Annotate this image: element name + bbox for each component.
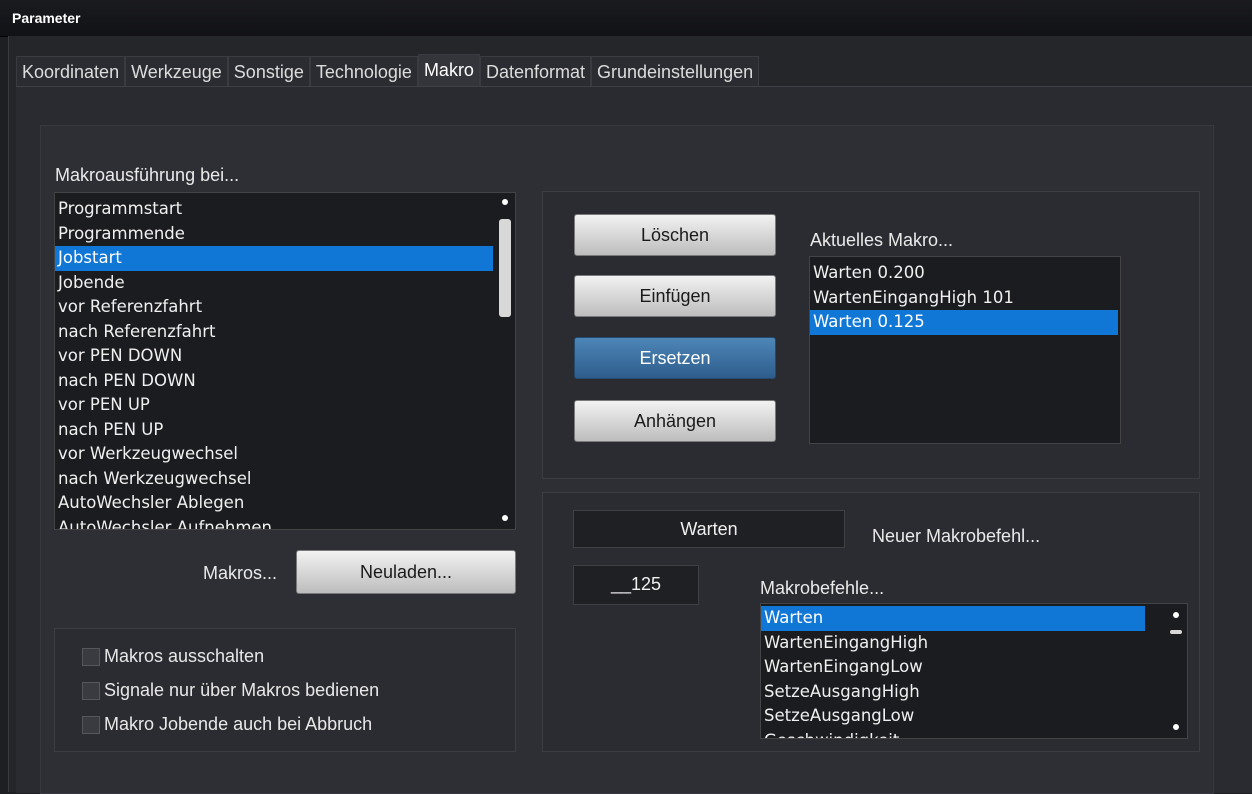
scroll-down-arrow-icon[interactable] (502, 515, 508, 521)
tab-werkzeuge[interactable]: Werkzeuge (125, 56, 228, 87)
tab-makro[interactable]: Makro (417, 54, 480, 87)
scroll-down-arrow-icon[interactable] (1173, 724, 1179, 730)
window-title: Parameter (12, 10, 81, 26)
current-macro-list[interactable]: Warten 0.200 WartenEingangHigh 101 Warten … (809, 256, 1121, 444)
tab-grundeinstellungen[interactable]: Grundeinstellungen (591, 56, 760, 87)
execution-list-item[interactable]: vor PEN DOWN (55, 344, 493, 369)
scroll-thumb[interactable] (499, 219, 511, 317)
command-list-item[interactable]: Geschwindigkeit (761, 729, 1145, 739)
execution-list-item[interactable]: vor Referenzfahrt (55, 295, 493, 320)
execution-list-item[interactable]: nach Werkzeugwechsel (55, 467, 493, 492)
reload-button[interactable]: Neuladen... (296, 550, 516, 594)
command-param-field[interactable]: __125 (573, 565, 699, 605)
tab-technologie[interactable]: Technologie (309, 56, 418, 87)
option-label: Signale nur über Makros bedienen (104, 680, 380, 700)
insert-button[interactable]: Einfügen (574, 275, 776, 317)
option-label: Makros ausschalten (104, 646, 265, 666)
tab-sonstige[interactable]: Sonstige (227, 56, 310, 87)
execution-list-item[interactable]: nach PEN DOWN (55, 369, 493, 394)
tab-datenformat[interactable]: Datenformat (479, 56, 591, 87)
command-list-item[interactable]: SetzeAusgangLow (761, 704, 1145, 729)
delete-button[interactable]: Löschen (574, 214, 776, 256)
current-macro-item[interactable]: WartenEingangHigh 101 (810, 286, 1118, 311)
current-macro-item[interactable]: Warten 0.125 (810, 310, 1118, 335)
execution-list-item[interactable]: nach PEN UP (55, 418, 493, 443)
current-macro-item[interactable]: Warten 0.200 (810, 261, 1118, 286)
execution-list-item[interactable]: vor Werkzeugwechsel (55, 442, 493, 467)
execution-label: Makroausführung bei... (55, 165, 240, 185)
command-list-item[interactable]: SetzeAusgangHigh (761, 680, 1145, 705)
execution-list-item[interactable]: Programmstart (55, 197, 493, 222)
scroll-thumb[interactable] (1170, 630, 1182, 634)
checkbox-jobende-bei-abbruch[interactable] (82, 716, 100, 734)
execution-list[interactable]: Programmstart Programmende Jobstart Jobende… (54, 192, 516, 530)
commands-label: Makrobefehle... (760, 578, 885, 598)
command-list-item[interactable]: WartenEingangHigh (761, 631, 1145, 656)
checkbox-signale-ueber-makros[interactable] (82, 682, 100, 700)
new-command-label: Neuer Makrobefehl... (872, 526, 1041, 546)
execution-list-item[interactable]: AutoWechsler Aufnehmen (55, 516, 493, 530)
append-button[interactable]: Anhängen (574, 400, 776, 442)
title-bar: Parameter (0, 0, 1252, 37)
command-name-field[interactable]: Warten (573, 510, 845, 548)
scroll-up-arrow-icon[interactable] (502, 199, 508, 205)
commands-scrollbar[interactable] (1165, 604, 1187, 738)
execution-list-item[interactable]: nach Referenzfahrt (55, 320, 493, 345)
command-list-item[interactable]: Warten (761, 606, 1145, 631)
option-label: Makro Jobende auch bei Abbruch (104, 714, 373, 734)
execution-list-item[interactable]: Programmende (55, 222, 493, 247)
execution-list-item[interactable]: Jobstart (55, 246, 493, 271)
execution-list-item[interactable]: Jobende (55, 271, 493, 296)
tab-bar: Koordinaten Werkzeuge Sonstige Technolog… (16, 54, 760, 87)
checkbox-makros-ausschalten[interactable] (82, 648, 100, 666)
execution-list-item[interactable]: vor PEN UP (55, 393, 493, 418)
execution-list-item[interactable]: AutoWechsler Ablegen (55, 491, 493, 516)
replace-button[interactable]: Ersetzen (574, 337, 776, 379)
reload-label: Makros... (203, 563, 278, 583)
command-list-item[interactable]: WartenEingangLow (761, 655, 1145, 680)
execution-scrollbar[interactable] (495, 193, 515, 529)
tab-koordinaten[interactable]: Koordinaten (16, 56, 126, 87)
commands-list[interactable]: Warten WartenEingangHigh WartenEingangLow S… (760, 603, 1188, 739)
current-macro-label: Aktuelles Makro... (810, 230, 954, 250)
scroll-up-arrow-icon[interactable] (1173, 612, 1179, 618)
